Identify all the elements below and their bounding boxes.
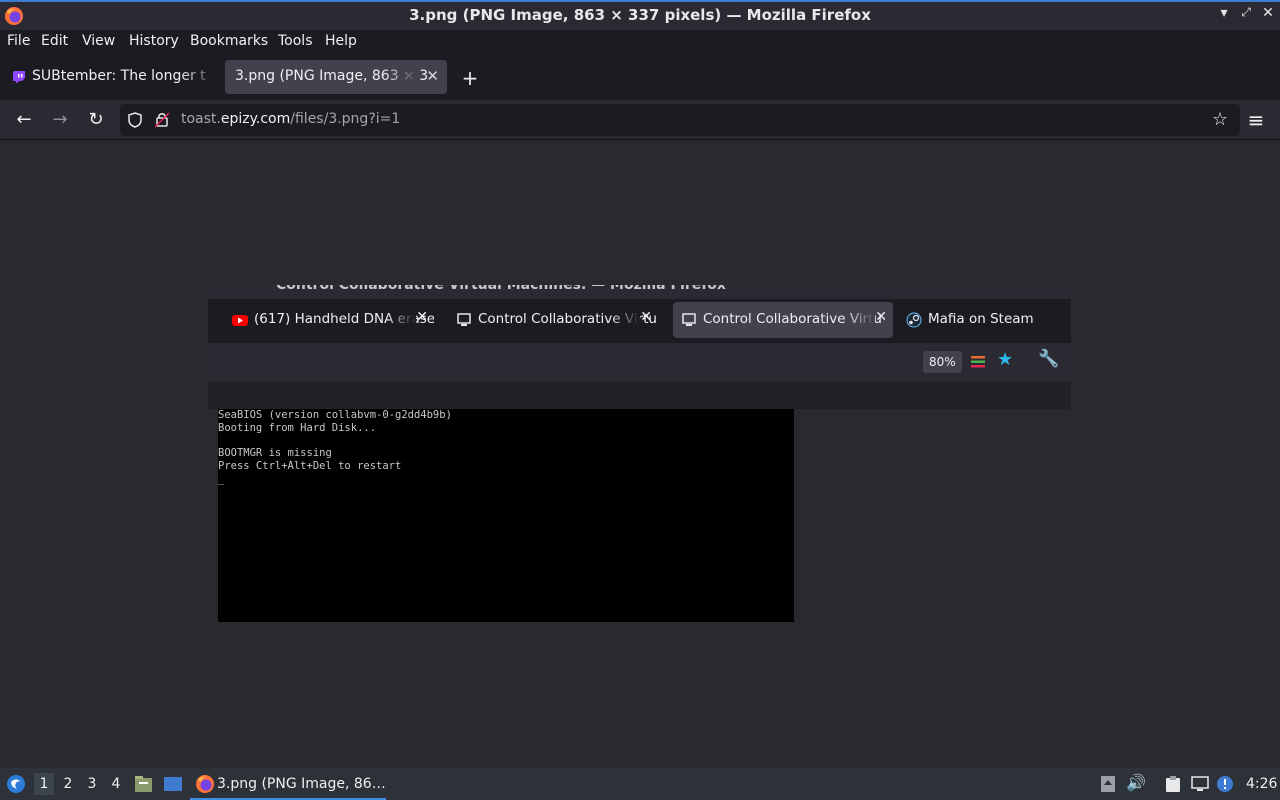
url-prefix: toast. [181,111,221,127]
insecure-lock-icon[interactable] [154,111,170,128]
image-tab-strip: (617) Handheld DNA erase ✕ Control Colla… [208,299,1071,343]
vm-console: SeaBIOS (version collabvm-0-g2dd4b9b) Bo… [218,409,794,622]
console-line: Booting from Hard Disk... [218,421,377,434]
window-titlebar: 3.png (PNG Image, 863 × 337 pixels) — Mo… [0,0,1280,30]
maximize-icon[interactable]: ⤢ [1236,5,1256,20]
reload-button[interactable]: ↻ [84,108,108,132]
extension-list-icon [971,356,985,368]
menu-bookmarks[interactable]: Bookmarks [190,33,268,49]
youtube-icon [232,315,248,326]
tab-strip: SUBtember: The longer t 3.png (PNG Image… [0,54,1280,100]
tab-subtember[interactable]: SUBtember: The longer t [2,60,220,94]
back-button[interactable]: ← [12,108,36,132]
nav-bar: ← → ↻ toast.epizy.com/files/3.png?i=1 ☆ … [0,100,1280,140]
starred-icon: ★ [997,349,1014,370]
new-tab-button[interactable]: + [460,66,480,90]
hamburger-menu-icon[interactable]: ≡ [1244,108,1268,132]
menu-file[interactable]: File [7,33,30,49]
steam-icon [906,312,922,328]
console-cursor: _ [218,472,225,485]
tray-updates-icon[interactable] [1099,775,1117,793]
menu-view[interactable]: View [82,33,115,49]
workspace-3[interactable]: 3 [82,776,102,792]
computer-icon [682,313,696,326]
clock[interactable]: 4:26 [1246,776,1277,792]
file-manager-icon[interactable] [134,775,153,793]
console-line: Press Ctrl+Alt+Del to restart [218,460,402,473]
taskbar-firefox-task[interactable]: 3.png (PNG Image, 86… [190,768,386,800]
bookmark-star-icon[interactable]: ☆ [1212,109,1228,130]
menu-help[interactable]: Help [325,33,357,49]
tab-fade [845,302,875,338]
url-domain: epizy.com [220,111,291,127]
displayed-image[interactable]: Control Collaborative Virtual Machines. … [208,285,1071,622]
image-tab-collabvm-1: Control Collaborative Virtu ✕ [448,302,658,338]
console-line: SeaBIOS (version collabvm-0-g2dd4b9b) [218,409,452,421]
show-desktop-icon[interactable] [163,775,183,793]
tab-fade [180,60,220,94]
twitch-icon [13,71,25,83]
volume-icon[interactable]: 🔊 [1126,773,1146,792]
image-tab-close-icon: ✕ [640,309,652,325]
image-tab-close-icon: ✕ [875,309,887,325]
url-text[interactable]: toast.epizy.com/files/3.png?i=1 [181,111,400,127]
computer-icon [457,313,471,326]
image-window-title: Control Collaborative Virtual Machines. … [208,285,1071,299]
menu-tools[interactable]: Tools [278,33,313,49]
network-icon[interactable] [1191,775,1209,793]
tab-fade [610,302,640,338]
wrench-icon: 🔧 [1038,349,1060,369]
workspace-1[interactable]: 1 [34,773,54,795]
image-tab-collabvm-2: Control Collaborative Virtu ✕ [673,302,893,338]
workspace-2[interactable]: 2 [58,776,78,792]
url-bar[interactable]: toast.epizy.com/files/3.png?i=1 ☆ [120,104,1240,136]
close-tab-icon[interactable]: ✕ [426,67,439,85]
task-label: 3.png (PNG Image, 86… [217,776,386,792]
console-output: SeaBIOS (version collabvm-0-g2dd4b9b) Bo… [218,409,452,486]
workspace-4[interactable]: 4 [106,776,126,792]
close-window-icon[interactable]: ✕ [1258,5,1278,21]
tab-3png[interactable]: 3.png (PNG Image, 863 × 3 ✕ [225,60,447,94]
menu-edit[interactable]: Edit [41,33,68,49]
image-nav-bar: 80% ★ 🔧 [208,343,1071,381]
tab-fade [383,60,419,94]
image-tab-close-icon: ✕ [416,309,428,325]
tab-fade [386,302,416,338]
clipboard-icon[interactable] [1164,775,1182,793]
taskbar: 1 2 3 4 3.png (PNG Image, 86… 🔊 4:26 [0,768,1280,800]
notification-icon[interactable] [1216,775,1234,793]
firefox-icon [196,775,214,793]
forward-button[interactable]: → [48,108,72,132]
shield-icon[interactable] [127,112,143,128]
image-window-title-text: Control Collaborative Virtual Machines. … [276,285,726,293]
menu-bar: File Edit View History Bookmarks Tools H… [0,30,1280,54]
console-line: BOOTMGR is missing [218,447,332,460]
image-tab-youtube: (617) Handheld DNA erase ✕ [224,302,434,338]
image-bookmarks-bar [208,381,1071,409]
menu-history[interactable]: History [129,33,179,49]
window-title: 3.png (PNG Image, 863 × 337 pixels) — Mo… [409,6,871,24]
image-tab-steam: Mafia on Steam [898,302,1058,338]
minimize-icon[interactable]: ▾ [1214,5,1234,21]
zoom-indicator: 80% [923,351,962,373]
url-path: /files/3.png?i=1 [290,111,401,127]
start-menu-icon[interactable] [6,774,26,794]
image-tab-label: Mafia on Steam [928,311,1034,327]
